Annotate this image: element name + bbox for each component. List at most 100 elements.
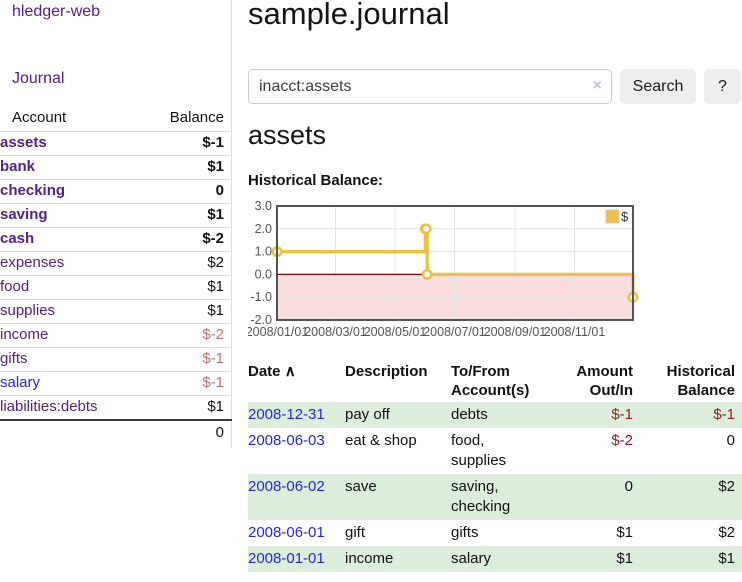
search-button[interactable]: Search [620,69,696,104]
account-link-liabilities-debts[interactable]: liabilities:debts [0,398,98,415]
transaction-date-link[interactable]: 2008-06-03 [248,432,325,449]
account-row: food $1 [0,276,232,300]
transaction-accounts: salary [451,546,551,572]
transaction-balance: $-1 [640,402,742,428]
account-balance: $1 [142,396,232,421]
transaction-amount: $1 [551,546,640,572]
account-link-bank[interactable]: bank [0,158,35,175]
register-row: 2008-06-03 eat & shop food, supplies $-2… [248,428,742,474]
account-link-food[interactable]: food [0,278,29,295]
clear-search-icon[interactable]: × [593,77,602,95]
accounts-header-row: Account Balance [0,106,232,132]
transaction-description: eat & shop [345,428,451,474]
nav-journal-link[interactable]: Journal [12,70,64,88]
transaction-date-link[interactable]: 2008-06-01 [248,524,325,541]
sort-ascending-icon: ∧ [285,363,296,380]
transaction-balance: $2 [640,520,742,546]
account-balance: $-1 [142,372,232,396]
svg-text:$: $ [621,209,629,224]
register-header-date[interactable]: Date ∧ [248,358,345,402]
register-row: 2008-12-31 pay off debts $-1 $-1 [248,402,742,428]
account-balance: $-1 [142,348,232,372]
account-row: supplies $1 [0,300,232,324]
register-header-amount: Amount Out/In [551,358,640,402]
account-link-checking[interactable]: checking [0,182,65,199]
transaction-accounts: saving, checking [451,474,551,520]
account-link-saving[interactable]: saving [0,206,48,223]
account-row: saving $1 [0,204,232,228]
svg-text:2008/03/01: 2008/03/01 [304,325,367,339]
register-header-description: Description [345,358,451,402]
account-balance: $2 [142,252,232,276]
search-input[interactable] [248,69,612,104]
register-table: Date ∧ Description To/From Account(s) Am… [248,358,742,572]
account-link-assets[interactable]: assets [0,134,47,151]
account-balance: $1 [142,156,232,180]
account-row: checking 0 [0,180,232,204]
main-content: sample.journal × Search ? assets Histori… [248,0,742,582]
svg-text:2008/01/01: 2008/01/01 [248,325,308,339]
transaction-amount: $-1 [551,402,640,428]
svg-text:1.0: 1.0 [255,245,272,259]
transaction-accounts: food, supplies [451,428,551,474]
account-balance: $1 [142,300,232,324]
account-row: gifts $-1 [0,348,232,372]
transaction-balance: 0 [640,428,742,474]
transaction-amount: 0 [551,474,640,520]
transaction-amount: $-2 [551,428,640,474]
transaction-date-link[interactable]: 2008-01-01 [248,550,325,567]
account-link-gifts[interactable]: gifts [0,350,28,367]
transaction-description: gift [345,520,451,546]
account-row: bank $1 [0,156,232,180]
register-row: 2008-06-01 gift gifts $1 $2 [248,520,742,546]
account-link-salary[interactable]: salary [0,374,40,391]
historical-balance-chart: $3.02.01.00.0-1.0-2.02008/01/012008/03/0… [248,193,742,345]
svg-text:2008/05/01: 2008/05/01 [364,325,427,339]
account-balance: 0 [142,180,232,204]
svg-text:0.0: 0.0 [255,267,272,281]
account-link-income[interactable]: income [0,326,48,343]
account-balance: $1 [142,204,232,228]
account-row: expenses $2 [0,252,232,276]
register-row: 2008-01-01 income salary $1 $1 [248,546,742,572]
account-row: assets $-1 [0,132,232,156]
account-balance: $-2 [142,228,232,252]
svg-text:2008/11/01: 2008/11/01 [544,325,606,339]
transaction-balance: $2 [640,474,742,520]
page-title: sample.journal [248,0,450,32]
register-header-balance: Historical Balance [640,358,742,402]
svg-text:-1.0: -1.0 [250,290,272,304]
chart-canvas: $3.02.01.00.0-1.0-2.02008/01/012008/03/0… [248,193,742,345]
transaction-description: save [345,474,451,520]
svg-text:2.0: 2.0 [255,222,272,236]
account-link-expenses[interactable]: expenses [0,254,64,271]
accounts-header-account: Account [0,106,142,132]
transaction-accounts: gifts [451,520,551,546]
account-balance: $1 [142,276,232,300]
transaction-accounts: debts [451,402,551,428]
transaction-description: pay off [345,402,451,428]
register-row: 2008-06-02 save saving, checking 0 $2 [248,474,742,520]
account-row: cash $-2 [0,228,232,252]
search-form: × Search ? [248,69,742,104]
sidebar: hledger-web Journal Account Balance asse… [0,0,232,448]
help-button[interactable]: ? [704,69,741,104]
account-balance: $-1 [142,132,232,156]
transaction-date-link[interactable]: 2008-06-02 [248,478,325,495]
account-row: salary $-1 [0,372,232,396]
transaction-balance: $1 [640,546,742,572]
account-balance: $-2 [142,324,232,348]
register-header-accounts: To/From Account(s) [451,358,551,402]
chart-label: Historical Balance: [248,172,383,189]
transaction-amount: $1 [551,520,640,546]
svg-text:3.0: 3.0 [255,199,272,213]
transaction-date-link[interactable]: 2008-12-31 [248,406,325,423]
account-link-supplies[interactable]: supplies [0,302,55,319]
transaction-description: income [345,546,451,572]
accounts-total-row: 0 [0,420,232,445]
account-row: income $-2 [0,324,232,348]
account-heading: assets [248,120,326,151]
app-title-link[interactable]: hledger-web [12,3,100,21]
account-link-cash[interactable]: cash [0,230,34,247]
svg-text:2008/09/01: 2008/09/01 [484,325,547,339]
